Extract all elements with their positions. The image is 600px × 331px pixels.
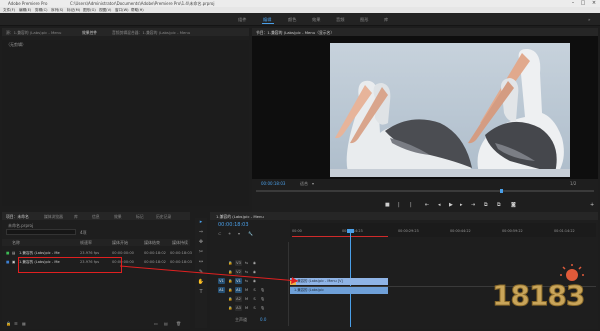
arrow-head: [291, 277, 298, 284]
watermark-logo: 18183: [488, 263, 592, 319]
watermark-text: 18183: [491, 279, 585, 313]
arrow-line: [119, 265, 299, 282]
